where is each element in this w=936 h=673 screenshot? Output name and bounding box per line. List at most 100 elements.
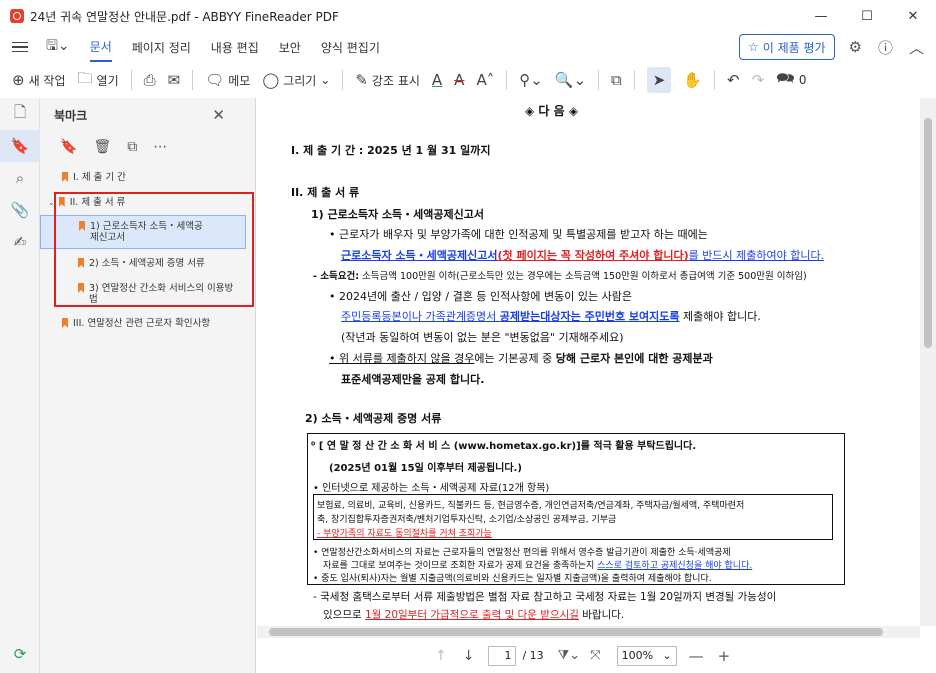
more-options-icon[interactable]: ⋯: [153, 139, 167, 155]
tab-security[interactable]: 보안: [279, 32, 301, 62]
left-rail: 🗋 🔖 ⌕ 📎 ✍ ⟳: [0, 98, 40, 673]
doc-box-line: • 연말정산간소화서비스의 자료는 근로자들의 연말정산 편의를 위해서 영수증…: [313, 548, 731, 558]
vertical-scrollbar[interactable]: [920, 98, 936, 626]
doc-text: 바랍니다.: [578, 609, 625, 621]
doc-text: 근로소득자 소득・세액공제신고서: [341, 249, 498, 262]
hand-tool-button[interactable]: ✋: [683, 71, 702, 89]
minimize-button[interactable]: —: [798, 0, 844, 32]
comments-button[interactable]: 🗪 0: [776, 68, 806, 93]
underline-text-button[interactable]: A: [432, 71, 442, 89]
bookmark-item[interactable]: I. 제 출 기 간: [62, 172, 126, 183]
highlight-button[interactable]: ✎ 강조 표시: [355, 71, 420, 89]
vertical-scroll-thumb[interactable]: [924, 118, 932, 348]
maximize-button[interactable]: ☐: [844, 0, 890, 32]
toolbar-divider: [130, 70, 132, 90]
tab-edit-content[interactable]: 내용 편집: [211, 32, 259, 62]
new-task-button[interactable]: ⊕ 새 작업: [12, 71, 66, 89]
star-icon: ☆: [748, 40, 759, 54]
doc-heading: ◈ 다 음 ◈: [525, 104, 579, 118]
toolbar: ⊕ 새 작업 🗀 열기 ⎙ ✉ 🗨 메모 ◯ 그리기 ⌄ ✎ 강조 표시 A A…: [0, 62, 936, 98]
undo-icon: ↶: [727, 71, 740, 89]
page-number-input[interactable]: [488, 645, 517, 666]
doc-subsection-1: 1) 근로소득자 소득・세액공제신고서: [311, 208, 485, 221]
open-button[interactable]: 🗀 열기: [78, 68, 119, 93]
add-bookmark-icon[interactable]: 🔖: [60, 139, 77, 155]
strikeout-text-button[interactable]: A: [454, 71, 464, 89]
ocr-status-icon[interactable]: ⟳: [0, 645, 40, 663]
toolbar-divider: [598, 70, 600, 90]
toolbar-divider: [192, 70, 194, 90]
close-button[interactable]: ✕: [890, 0, 936, 32]
doc-box-line: 보험료, 의료비, 교육비, 신용카드, 직불카드 등, 현금영수증, 개인연금…: [317, 501, 745, 511]
doc-text: 에는 기본공제 중: [474, 352, 556, 365]
bookmark-properties-icon[interactable]: ⧉: [127, 139, 137, 155]
signature-icon[interactable]: ✍: [0, 226, 40, 258]
fit-page-icon[interactable]: ⤧: [590, 648, 600, 663]
comments-icon: 🗪: [776, 68, 795, 87]
toolbar-divider: [633, 70, 635, 90]
collapse-ribbon-icon[interactable]: ︿: [909, 37, 924, 58]
zoom-in-icon[interactable]: +: [718, 647, 731, 665]
doc-text: 스스로 검토하고 공제신청을 해야 합니다.: [597, 561, 753, 571]
edit-image-button[interactable]: ⧉: [611, 71, 622, 89]
window-title: 24년 귀속 연말정산 안내문.pdf - ABBYY FineReader P…: [30, 9, 339, 24]
email-button[interactable]: ✉: [168, 71, 181, 89]
doc-box-line: ⁰ [ 연 말 정 산 간 소 화 서 비 스 (www.hometax.go.…: [311, 441, 697, 452]
bookmark-item[interactable]: III. 연말정산 관련 근로자 확인사항: [62, 318, 210, 329]
redo-icon: ↷: [751, 71, 765, 89]
doc-line: - 소득요건: 소득금액 100만원 이하(근로소득만 있는 경우에는 소득금액…: [313, 268, 807, 282]
horizontal-scrollbar[interactable]: [257, 626, 920, 638]
memo-button[interactable]: 🗨 메모: [205, 71, 250, 89]
highlight-annotation-box: [54, 192, 254, 307]
document-view[interactable]: ◈ 다 음 ◈ I. 제 출 기 간 : 2025 년 1 월 31 일까지 I…: [257, 98, 920, 626]
page-layout-icon[interactable]: ⧩⌄: [558, 648, 581, 663]
hand-icon: ✋: [683, 71, 702, 89]
search-icon[interactable]: ⌕: [0, 162, 40, 194]
doc-box-line: • 인터넷으로 제공하는 소득・세액공제 자료(12개 항목): [313, 483, 550, 494]
draw-label: 그리기: [283, 73, 317, 88]
delete-bookmark-icon[interactable]: 🗑: [93, 139, 111, 155]
save-icon[interactable]: 🖫⌄: [46, 35, 70, 59]
bookmarks-panel-icon[interactable]: 🔖: [0, 130, 40, 162]
rate-product-button[interactable]: ☆ 이 제품 평가: [739, 34, 835, 60]
zoom-out-icon[interactable]: —: [689, 647, 704, 665]
pages-panel-icon[interactable]: 🗋: [0, 98, 40, 130]
text-size-button[interactable]: A˄: [476, 71, 494, 89]
plus-circle-icon: ⊕: [12, 71, 25, 89]
toolbar-divider: [714, 70, 715, 90]
doc-section-1: I. 제 출 기 간 : 2025 년 1 월 31 일까지: [291, 144, 491, 157]
tab-form-editor[interactable]: 양식 편집기: [321, 32, 380, 62]
print-button[interactable]: ⎙: [144, 71, 156, 89]
stamp-button[interactable]: ⚲⌄: [519, 71, 543, 89]
tab-document[interactable]: 문서: [89, 32, 112, 62]
settings-gear-icon[interactable]: ⚙: [849, 38, 862, 56]
help-icon[interactable]: ⓘ: [878, 37, 893, 58]
close-panel-icon[interactable]: ✕: [212, 106, 225, 124]
doc-box-line: 축, 장기집합투자증권저축/벤처기업투자신탁, 소기업/소상공인 공제부금, 기…: [317, 515, 617, 525]
select-tool-button[interactable]: ➤: [646, 67, 672, 93]
undo-button[interactable]: ↶: [727, 71, 740, 89]
hamburger-menu-icon[interactable]: [12, 41, 28, 53]
doc-text: 를 반드시 제출하여야 합니다.: [688, 249, 825, 262]
prev-page-icon[interactable]: ↑: [435, 648, 447, 664]
tab-page-organize[interactable]: 페이지 정리: [132, 32, 191, 62]
app-logo-icon: [10, 9, 24, 23]
text-size-icon: A˄: [476, 71, 495, 89]
doc-line: • 근로자가 배우자 및 부양가족에 대한 인적공제 및 특별공제를 받고자 하…: [329, 228, 708, 241]
doc-text: 제출해야 합니다.: [679, 310, 761, 323]
underline-a-icon: A: [431, 71, 443, 89]
draw-button[interactable]: ◯ 그리기 ⌄: [262, 71, 330, 89]
doc-box-line: • 중도 입사(퇴사)자는 월별 지출금액(의료비와 신용카드는 일자별 지출금…: [313, 574, 712, 584]
zoom-select[interactable]: 100% ⌄: [616, 645, 677, 666]
doc-text: 있으므로: [323, 609, 365, 621]
doc-line: 있으므로 1월 20일부터 가급적으로 출력 및 다운 받으시길 바랍니다.: [323, 607, 624, 622]
attachments-icon[interactable]: 📎: [0, 194, 40, 226]
memo-icon: 🗨: [205, 71, 225, 89]
horizontal-scroll-thumb[interactable]: [269, 628, 883, 636]
doc-line: 표준세액공제만을 공제 합니다.: [341, 373, 485, 386]
next-page-icon[interactable]: ↓: [463, 648, 475, 664]
redo-button[interactable]: ↷: [752, 71, 765, 89]
doc-text: (첫 페이지는 꼭 작성하여 주셔야 합니다): [497, 249, 689, 262]
doc-text: • 위 서류를 제출하지 않을 경우: [329, 352, 475, 365]
search-page-button[interactable]: 🔍⌄: [555, 71, 586, 89]
